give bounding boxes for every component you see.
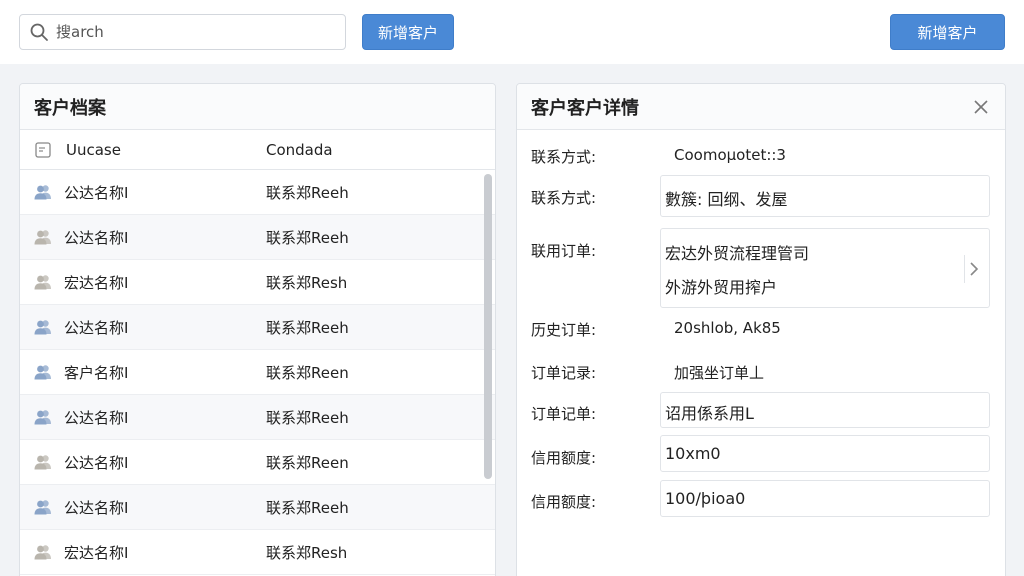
- search-input[interactable]: [56, 15, 326, 49]
- table-row[interactable]: 公达名称I 联系郑Reeh: [20, 215, 495, 260]
- add-customer-button-right[interactable]: 新增客户: [890, 14, 1005, 50]
- field-value: 20shlob, Ak85: [674, 319, 781, 337]
- table-row[interactable]: 公达名称I 联系郑Reen: [20, 440, 495, 485]
- field-value: 10xm0: [665, 444, 721, 463]
- customer-name: 宏达名称I: [64, 273, 129, 292]
- user-group-icon: [34, 275, 51, 290]
- linked-order-line-2: 外游外贸用搾户: [665, 278, 778, 297]
- customer-list-panel: 客户档案 Uucase Condada 公达名称I 联系郑Reeh 公达名称I 联系郑…: [19, 83, 496, 576]
- credit-limit-field-2[interactable]: 100/þioa0: [660, 480, 990, 517]
- customer-table-body: 公达名称I 联系郑Reeh 公达名称I 联系郑Reeh 宏达名称I 联系郑Resh 公达名称…: [20, 170, 495, 576]
- linked-order-line-1: 宏达外贸流程理管司: [665, 244, 810, 263]
- table-row[interactable]: 宏达名称I 联系郑Resh: [20, 260, 495, 305]
- contact-method-field[interactable]: 數簇: 回纲、发屋: [660, 175, 990, 217]
- table-row[interactable]: 客户名称I 联系郑Reen: [20, 350, 495, 395]
- field-label: 订单记单:: [531, 405, 597, 423]
- search-icon: [30, 23, 48, 41]
- user-group-icon: [34, 500, 51, 515]
- customer-contact: 联系郑Reeh: [266, 408, 349, 427]
- field-label: 历史订单:: [531, 321, 597, 339]
- user-group-icon: [34, 320, 51, 335]
- linked-orders-field[interactable]: 宏达外贸流程理管司 外游外贸用搾户: [660, 228, 990, 308]
- user-group-icon: [34, 230, 51, 245]
- customer-detail-panel: 客户客户详情 联系方式: Coomoµotet::3 联系方式: 數簇: 回纲、…: [516, 83, 1006, 576]
- table-row[interactable]: 公达名称I 联系郑Reeh: [20, 170, 495, 215]
- field-value: 數簇: 回纲、发屋: [665, 190, 788, 209]
- add-customer-button[interactable]: 新增客户: [362, 14, 454, 50]
- customer-contact: 联系郑Resh: [266, 543, 348, 562]
- table-row[interactable]: 公达名称I 联系郑Reeh: [20, 305, 495, 350]
- field-label: 订单记录:: [531, 364, 597, 382]
- chevron-right-icon[interactable]: [968, 260, 980, 278]
- customer-list-title: 客户档案: [20, 84, 495, 130]
- customer-name: 宏达名称I: [64, 543, 129, 562]
- customer-name: 公达名称I: [64, 408, 129, 427]
- user-group-icon: [34, 410, 51, 425]
- customer-contact: 联系郑Reen: [266, 453, 349, 472]
- table-header: Uucase Condada: [20, 130, 495, 170]
- table-row[interactable]: 公达名称I 联系郑Reeh: [20, 485, 495, 530]
- field-label: 联系方式:: [531, 189, 597, 207]
- customer-contact: 联系郑Reeh: [266, 498, 349, 517]
- customer-contact: 联系郑Reeh: [266, 318, 349, 337]
- column-header-name[interactable]: Uucase: [66, 141, 266, 159]
- search-box[interactable]: [19, 14, 346, 50]
- user-group-icon: [34, 365, 51, 380]
- customer-contact: 联系郑Reeh: [266, 228, 349, 247]
- customer-name: 公达名称I: [64, 228, 129, 247]
- select-all-checkbox-icon[interactable]: [35, 141, 51, 158]
- field-label: 联系方式:: [531, 148, 597, 166]
- customer-name: 公达名称I: [64, 498, 129, 517]
- close-icon[interactable]: [973, 99, 989, 115]
- detail-fields: 联系方式: Coomoµotet::3 联系方式: 數簇: 回纲、发屋 联用订单…: [517, 130, 1005, 576]
- field-label: 信用额度:: [531, 493, 597, 511]
- table-row[interactable]: 宏达名称I 联系郑Resh: [20, 530, 495, 575]
- field-label: 信用额度:: [531, 449, 597, 467]
- field-value: 加强坐订单丄: [674, 364, 765, 382]
- customer-contact: 联系郑Resh: [266, 273, 348, 292]
- table-row[interactable]: 公达名称I 联系郑Reeh: [20, 395, 495, 440]
- order-record-field[interactable]: 诏用係系用L: [660, 392, 990, 428]
- divider: [964, 255, 965, 283]
- scrollbar[interactable]: [484, 174, 492, 479]
- customer-detail-title: 客户客户详情: [517, 84, 1005, 130]
- customer-name: 公达名称I: [64, 318, 129, 337]
- column-header-contact[interactable]: Condada: [266, 141, 333, 159]
- customer-name: 公达名称I: [64, 183, 129, 202]
- user-group-icon: [34, 455, 51, 470]
- top-toolbar: 新增客户 新增客户: [0, 0, 1024, 64]
- customer-contact: 联系郑Reen: [266, 363, 349, 382]
- field-value: Coomoµotet::3: [674, 146, 786, 164]
- user-group-icon: [34, 185, 51, 200]
- customer-contact: 联系郑Reeh: [266, 183, 349, 202]
- field-label: 联用订单:: [531, 242, 597, 260]
- customer-name: 公达名称I: [64, 453, 129, 472]
- credit-limit-field-1[interactable]: 10xm0: [660, 435, 990, 472]
- customer-name: 客户名称I: [64, 363, 129, 382]
- field-value: 100/þioa0: [665, 489, 746, 508]
- user-group-icon: [34, 545, 51, 560]
- field-value: 诏用係系用L: [665, 404, 754, 423]
